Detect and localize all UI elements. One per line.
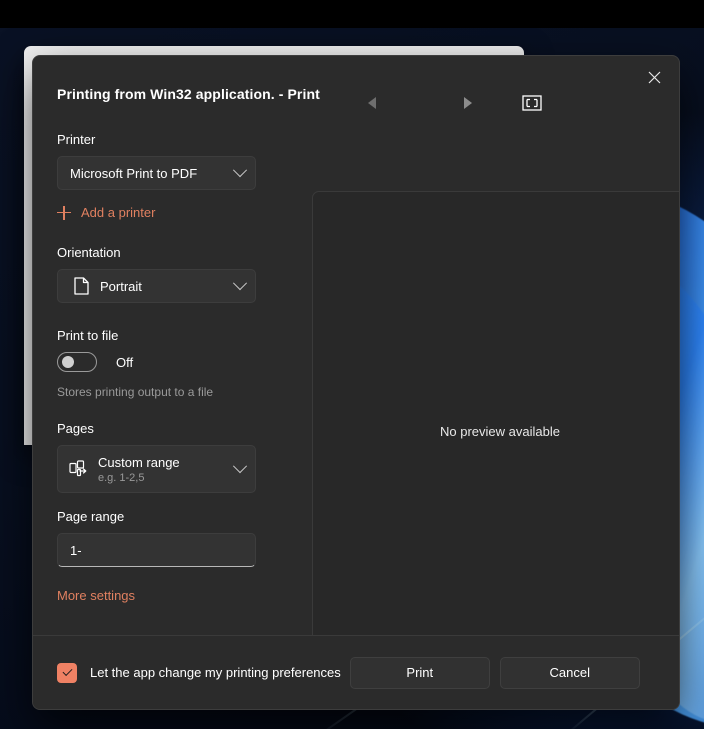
preview-nav-group [355,88,549,118]
page-title: Printing from Win32 application. - Print [57,86,320,102]
pages-selected-subtext: e.g. 1-2,5 [98,471,145,484]
settings-column: Printer Microsoft Print to PDF Add a pri… [57,132,287,603]
printer-selected-value: Microsoft Print to PDF [70,165,198,181]
check-icon [62,666,72,677]
pages-selected-stack: Custom range e.g. 1-2,5 [98,455,229,484]
fit-to-page-icon [522,95,542,111]
print-button[interactable]: Print [349,656,490,689]
page-range-label: Page range [57,509,125,524]
print-to-file-toggle[interactable] [57,352,97,372]
add-printer-button[interactable]: Add a printer [57,205,155,220]
preview-empty-message: No preview available [440,423,560,439]
print-to-file-state: Off [116,354,134,370]
previous-page-icon [368,97,376,109]
chevron-down-icon [232,459,248,474]
chevron-down-icon [232,163,248,178]
plus-icon [57,205,71,220]
page-portrait-icon [70,277,92,295]
previous-page-button[interactable] [355,88,389,118]
page-range-value: 1- [70,542,82,558]
more-settings-label: More settings [57,588,136,603]
print-to-file-row: Off [57,352,287,372]
toggle-knob [62,356,74,368]
fit-to-page-button[interactable] [515,88,549,118]
next-page-button[interactable] [451,88,485,118]
printer-select[interactable]: Microsoft Print to PDF [57,156,256,190]
orientation-select[interactable]: Portrait [57,269,256,303]
orientation-selected-value: Portrait [100,278,142,294]
print-to-file-hint: Stores printing output to a file [57,385,214,399]
dialog-footer: Let the app change my printing preferenc… [33,635,679,709]
printing-preferences-checkbox-row[interactable]: Let the app change my printing preferenc… [57,662,341,683]
print-dialog: Printing from Win32 application. - Print [32,55,680,710]
pages-selected-value: Custom range [98,454,180,470]
screen-top-black-bar [0,0,704,28]
pages-label: Pages [57,421,94,436]
custom-page-range-icon [68,460,90,478]
next-page-icon [464,97,472,109]
chevron-down-icon [232,276,248,291]
print-to-file-label: Print to file [57,328,119,343]
add-printer-label: Add a printer [81,205,156,220]
printer-label: Printer [57,132,96,147]
page-range-input[interactable]: 1- [57,533,256,567]
pages-select[interactable]: Custom range e.g. 1-2,5 [57,445,256,493]
dialog-body: Printer Microsoft Print to PDF Add a pri… [33,132,679,671]
print-preview-pane[interactable]: No preview available [312,191,679,671]
printing-preferences-checkbox[interactable] [57,662,77,683]
dialog-header: Printing from Win32 application. - Print [33,56,679,132]
orientation-label: Orientation [57,245,121,260]
more-settings-button[interactable]: More settings [57,588,135,603]
cancel-button[interactable]: Cancel [499,656,640,689]
close-button[interactable] [636,63,672,91]
close-icon [648,71,660,83]
printing-preferences-label: Let the app change my printing preferenc… [90,665,341,680]
